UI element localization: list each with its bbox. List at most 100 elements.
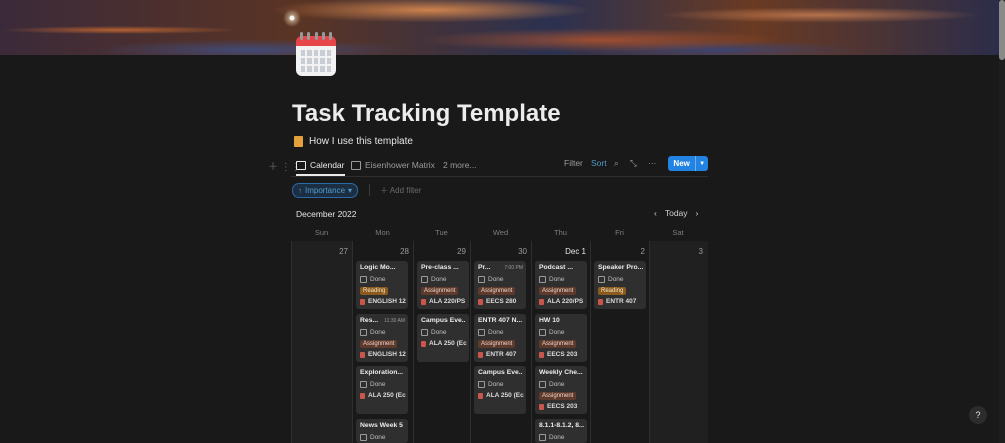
divider [291,176,708,177]
event-card[interactable]: Exploration... Done ALA 250 (Ec [356,366,408,414]
done-checkbox[interactable]: Done [360,329,386,336]
event-card[interactable]: Campus Eve... Done ALA 250 (Ec [474,366,526,414]
course-link[interactable]: ENTR 407 [598,298,636,305]
event-card[interactable]: Weekly Che... Done Assignment EECS 203 [535,366,587,414]
course-label: ENGLISH 12 [368,298,406,305]
done-checkbox[interactable]: Done [539,276,565,283]
course-link[interactable]: ENGLISH 12 [360,298,406,305]
day-cell-sat[interactable]: 3 [649,241,708,443]
done-label: Done [549,329,565,336]
event-card[interactable]: Pr... 7:00 PM Done Assignment EECS 280 [474,261,526,309]
done-checkbox[interactable]: Done [360,381,386,388]
course-link[interactable]: ALA 250 (Ec [478,392,524,399]
course-icon [360,298,365,305]
done-checkbox[interactable]: Done [478,276,504,283]
new-button[interactable]: New ▼ [668,156,708,171]
event-title: Pre-class ... [421,264,459,271]
done-checkbox[interactable]: Done [360,276,386,283]
course-icon [478,298,483,305]
event-title: 8.1.1-8.1.2, 8.... [539,422,584,429]
chevron-down-icon[interactable]: ▼ [695,156,708,171]
tab-more-views[interactable]: 2 more... [443,156,477,174]
chevron-right-icon[interactable]: › [696,208,699,218]
howto-link[interactable]: How I use this template [294,136,413,147]
done-checkbox[interactable]: Done [539,434,565,441]
type-badge: Assignment [539,340,577,348]
day-cell-wed[interactable]: 30 Pr... 7:00 PM Done Assignment EECS 280 ENTR… [470,241,532,443]
event-title: Podcast ... [539,264,573,271]
event-card[interactable]: Speaker Pro... Done Reading ENTR 407 [594,261,646,309]
checkbox-icon[interactable] [478,276,485,283]
tab-more-label: 2 more... [443,160,477,170]
done-label: Done [431,329,447,336]
day-cell-tue[interactable]: 29 Pre-class ... Done Assignment ALA 220/PS C… [413,241,471,443]
event-card[interactable]: 8.1.1-8.1.2, 8.... Done [535,419,587,443]
checkbox-icon[interactable] [360,329,367,336]
chevron-left-icon[interactable]: ‹ [654,208,657,218]
checkbox-icon[interactable] [360,276,367,283]
course-link[interactable]: EECS 280 [478,298,516,305]
sort-button[interactable]: Sort [591,158,607,168]
checkbox-icon[interactable] [539,329,546,336]
course-link[interactable]: ALA 220/PS [421,298,465,305]
done-checkbox[interactable]: Done [539,381,565,388]
day-cell-fri[interactable]: 2 Speaker Pro... Done Reading ENTR 407 [590,241,650,443]
event-card[interactable]: Res... 11:30 AM Done Assignment ENGLISH 12 [356,314,408,362]
event-card[interactable]: Campus Eve... Done ALA 250 (Ec [417,314,469,362]
course-link[interactable]: ENGLISH 12 [360,351,406,358]
done-checkbox[interactable]: Done [478,329,504,336]
event-card[interactable]: ENTR 407 N... Done Assignment ENTR 407 [474,314,526,362]
checkbox-icon[interactable] [539,434,546,441]
add-filter-button[interactable]: ＋ Add filter [380,185,421,196]
checkbox-icon[interactable] [478,329,485,336]
filter-button[interactable]: Filter [564,158,583,168]
day-cell-thu[interactable]: Dec 1 Podcast ... Done Assignment ALA 220/PS… [531,241,591,443]
today-button[interactable]: Today [665,208,688,218]
done-checkbox[interactable]: Done [360,434,386,441]
more-icon[interactable]: ··· [648,158,657,168]
done-checkbox[interactable]: Done [539,329,565,336]
checkbox-icon[interactable] [421,329,428,336]
page-title[interactable]: Task Tracking Template [292,100,561,128]
course-link[interactable]: ALA 220/PS [539,298,583,305]
done-checkbox[interactable]: Done [421,276,447,283]
checkbox-icon[interactable] [598,276,605,283]
calendar-icon[interactable] [296,32,336,76]
course-link[interactable]: ALA 250 (Ec [421,340,467,347]
done-checkbox[interactable]: Done [598,276,624,283]
event-card[interactable]: Logic Mo... Done Reading ENGLISH 12 [356,261,408,309]
type-badge: Assignment [421,287,459,295]
course-link[interactable]: EECS 203 [539,351,577,358]
checkbox-icon[interactable] [539,381,546,388]
tab-calendar[interactable]: Calendar [296,156,345,176]
day-number: 30 [518,247,527,256]
course-link[interactable]: ALA 250 (Ec [360,392,406,399]
course-link[interactable]: EECS 203 [539,403,577,410]
event-title: ENTR 407 N... [478,317,523,324]
event-card[interactable]: Podcast ... Done Assignment ALA 220/PS [535,261,587,309]
event-card[interactable]: HW 10 Done Assignment EECS 203 [535,314,587,362]
checkbox-icon[interactable] [539,276,546,283]
checkbox-icon[interactable] [478,381,485,388]
checkbox-icon[interactable] [421,276,428,283]
day-cell-mon[interactable]: 28 Logic Mo... Done Reading ENGLISH 12 Res...… [352,241,414,443]
importance-filter[interactable]: ↑ Importance ▾ [292,183,359,198]
course-link[interactable]: ENTR 407 [478,351,516,358]
course-label: ENTR 407 [486,351,517,358]
done-checkbox[interactable]: Done [421,329,447,336]
checkbox-icon[interactable] [360,434,367,441]
event-card[interactable]: Pre-class ... Done Assignment ALA 220/PS [417,261,469,309]
tab-eisenhower-matrix[interactable]: Eisenhower Matrix [351,156,435,174]
day-number: 28 [400,247,409,256]
scrollbar-thumb[interactable] [999,0,1005,60]
day-cell-sun[interactable]: 27 [291,241,353,443]
search-icon[interactable]: ⌕ [614,158,619,169]
checkbox-icon[interactable] [360,381,367,388]
tab-eisenhower-label: Eisenhower Matrix [365,160,435,170]
event-card[interactable]: News Week 5 Done [356,419,408,443]
scrollbar[interactable] [999,0,1005,443]
done-checkbox[interactable]: Done [478,381,504,388]
event-title: Campus Eve... [478,369,523,376]
expand-icon[interactable]: ⤡ [630,158,637,169]
help-button[interactable]: ? [969,406,987,424]
